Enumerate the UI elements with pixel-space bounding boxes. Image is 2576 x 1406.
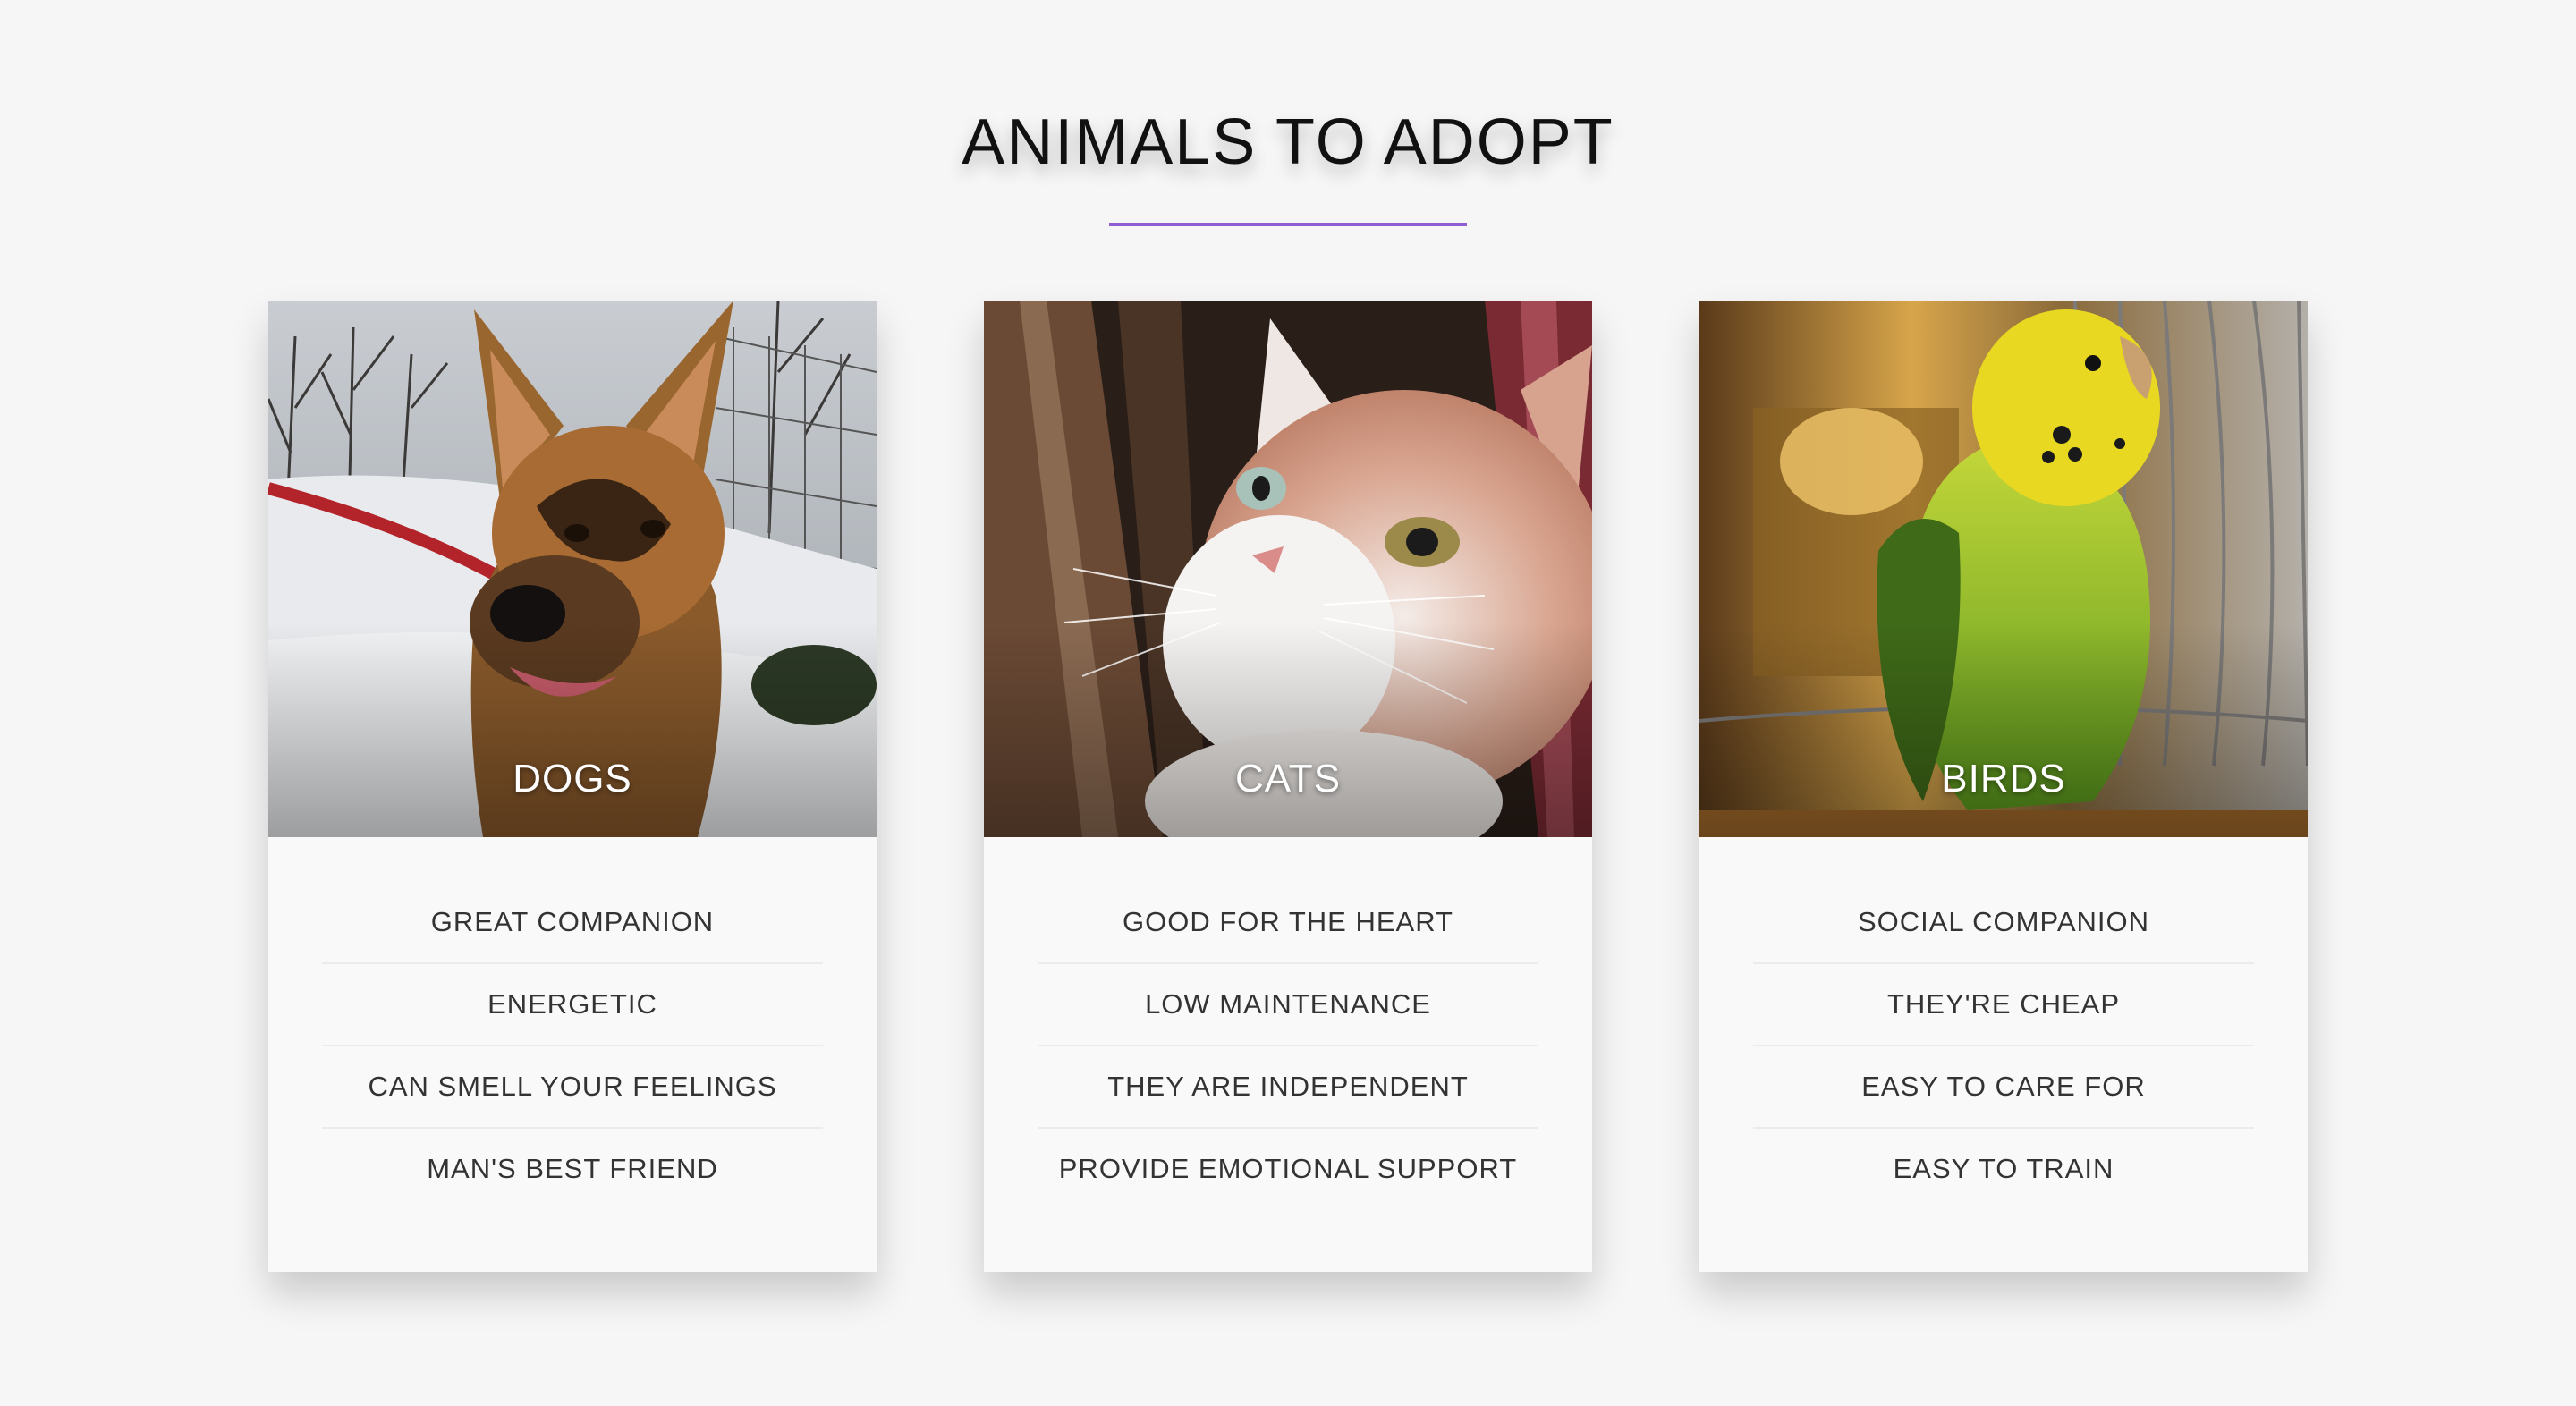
feature-list: SOCIAL COMPANION THEY'RE CHEAP EASY TO C… bbox=[1699, 837, 2308, 1209]
list-item: EASY TO TRAIN bbox=[1893, 1153, 2114, 1184]
list-item: THEY ARE INDEPENDENT bbox=[1038, 1046, 1538, 1129]
feature-list: GREAT COMPANION ENERGETIC CAN SMELL YOUR… bbox=[268, 837, 877, 1209]
list-item: CAN SMELL YOUR FEELINGS bbox=[322, 1046, 823, 1129]
cat-photo: CATS bbox=[984, 301, 1592, 837]
list-item: MAN'S BEST FRIEND bbox=[427, 1153, 718, 1184]
card-title: CATS bbox=[1234, 757, 1342, 800]
card-birds: BIRDS SOCIAL COMPANION THEY'RE CHEAP EAS… bbox=[1699, 301, 2308, 1272]
bird-photo: BIRDS bbox=[1699, 301, 2308, 837]
list-item: SOCIAL COMPANION bbox=[1753, 882, 2254, 964]
dog-photo: DOGS bbox=[268, 301, 877, 837]
feature-list: GOOD FOR THE HEART LOW MAINTENANCE THEY … bbox=[984, 837, 1592, 1209]
card-cats: CATS GOOD FOR THE HEART LOW MAINTENANCE … bbox=[984, 301, 1592, 1272]
card-dogs: DOGS GREAT COMPANION ENERGETIC CAN SMELL… bbox=[268, 301, 877, 1272]
list-item: GOOD FOR THE HEART bbox=[1038, 882, 1538, 964]
title-divider bbox=[1109, 223, 1467, 226]
list-item: PROVIDE EMOTIONAL SUPPORT bbox=[1058, 1153, 1518, 1184]
list-item: GREAT COMPANION bbox=[322, 882, 823, 964]
list-item: EASY TO CARE FOR bbox=[1753, 1046, 2254, 1129]
list-item: LOW MAINTENANCE bbox=[1038, 964, 1538, 1046]
list-item: THEY'RE CHEAP bbox=[1753, 964, 2254, 1046]
card-title: BIRDS bbox=[1941, 757, 2066, 800]
page-title: ANIMALS TO ADOPT bbox=[962, 106, 1614, 178]
list-item: ENERGETIC bbox=[322, 964, 823, 1046]
card-title: DOGS bbox=[513, 757, 632, 800]
